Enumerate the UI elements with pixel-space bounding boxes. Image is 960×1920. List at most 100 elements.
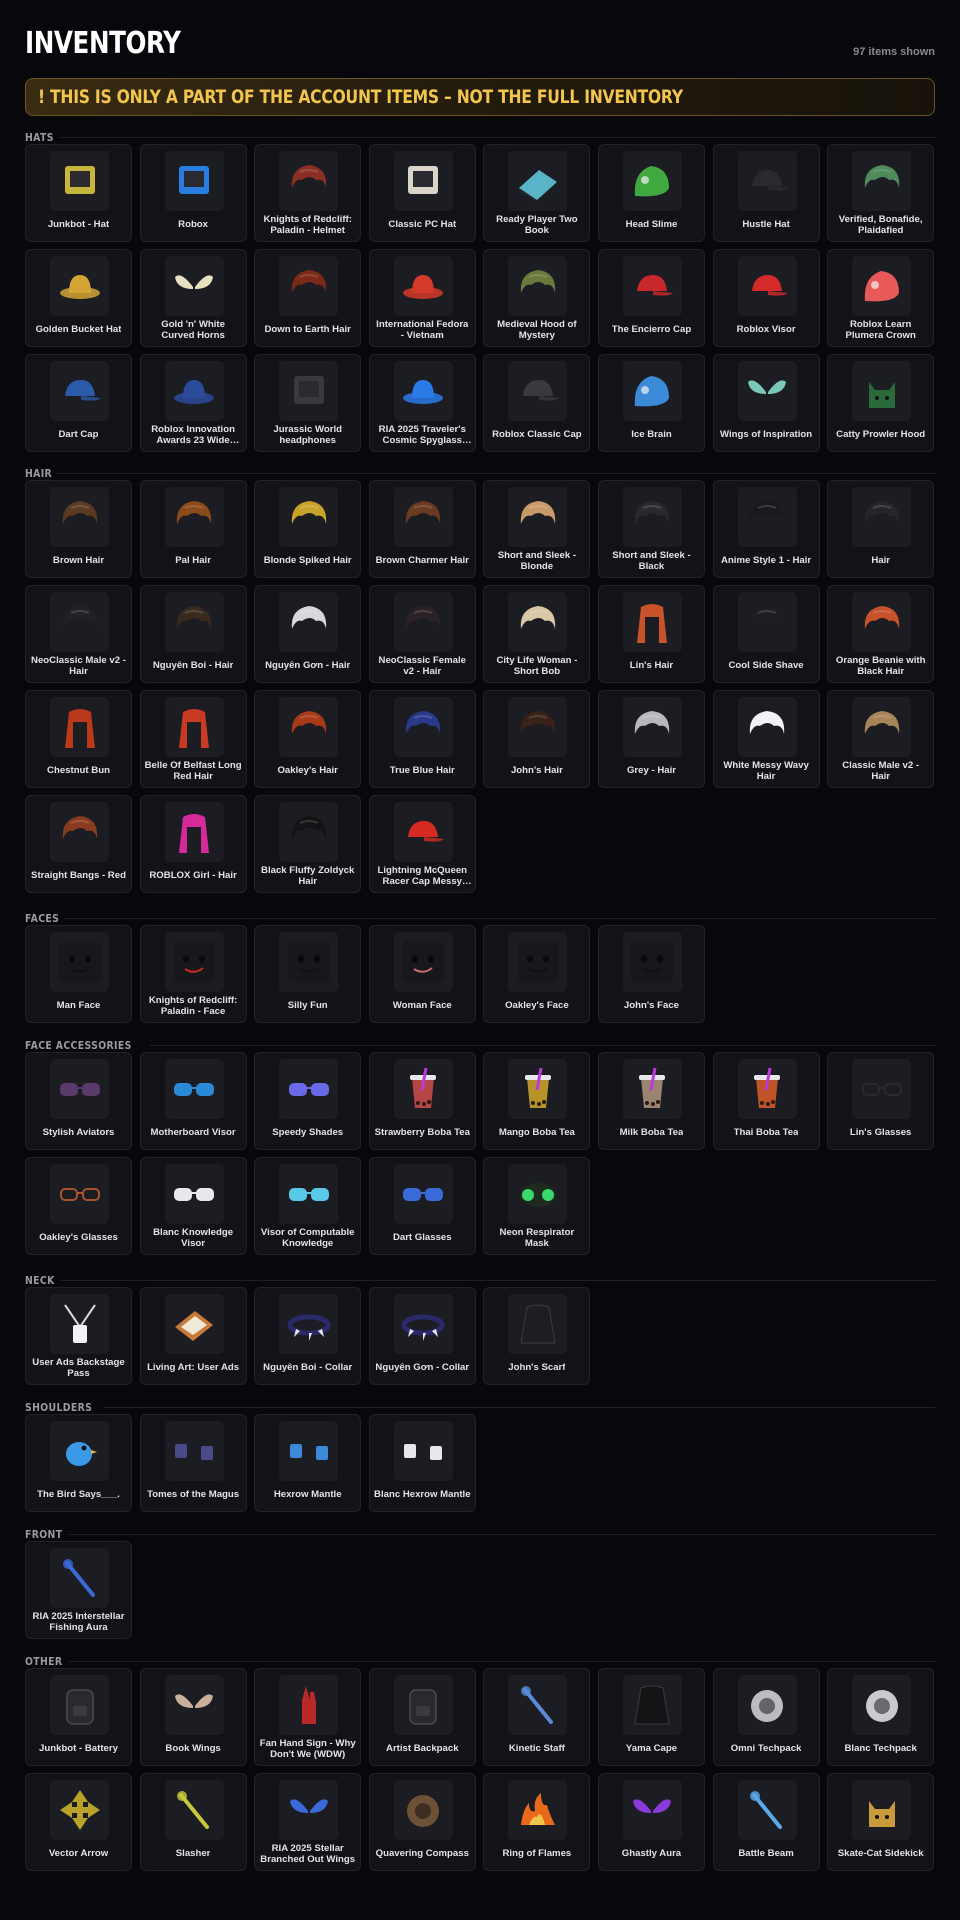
item-card[interactable]: Omni Techpack [712, 1668, 820, 1766]
item-card[interactable]: Hustle Hat [712, 144, 820, 242]
item-card[interactable]: Down to Earth Hair [254, 249, 362, 347]
item-card[interactable]: Lightning McQueen Racer Cap Messy Hair [368, 795, 476, 893]
item-card[interactable]: Oakley's Glasses [25, 1157, 132, 1255]
item-card[interactable]: Kinetic Staff [483, 1668, 591, 1766]
item-card[interactable]: Nguyễn Gơn - Hair [254, 585, 362, 683]
item-card[interactable]: Golden Bucket Hat [25, 249, 132, 347]
item-card[interactable]: John's Scarf [483, 1287, 591, 1385]
item-card[interactable]: RIA 2025 Interstellar Fishing Aura [25, 1541, 132, 1639]
item-card[interactable]: Catty Prowler Hood [827, 354, 935, 452]
item-card[interactable]: Milk Boba Tea [597, 1052, 705, 1150]
visor-icon [737, 256, 797, 316]
item-card[interactable]: Ghastly Aura [597, 1773, 705, 1871]
item-card[interactable]: Stylish Aviators [25, 1052, 132, 1150]
item-card[interactable]: Orange Beanie with Black Hair [827, 585, 935, 683]
item-card[interactable]: Neon Respirator Mask [483, 1157, 591, 1255]
item-card[interactable]: Lin's Glasses [827, 1052, 935, 1150]
item-card[interactable]: Classic PC Hat [368, 144, 476, 242]
item-card[interactable]: Ready Player Two Book [483, 144, 591, 242]
item-card[interactable]: Knights of Redcliff: Paladin - Helmet [254, 144, 362, 242]
item-card[interactable]: Ice Brain [597, 354, 705, 452]
item-card[interactable]: User Ads Backstage Pass [25, 1287, 132, 1385]
item-card[interactable]: Pal Hair [139, 480, 247, 578]
item-card[interactable]: NeoClassic Female v2 - Hair [368, 585, 476, 683]
item-card[interactable]: Thai Boba Tea [712, 1052, 820, 1150]
item-card[interactable]: Anime Style 1 - Hair [712, 480, 820, 578]
item-card[interactable]: Head Slime [597, 144, 705, 242]
item-card[interactable]: Chestnut Bun [25, 690, 132, 788]
item-card[interactable]: Short and Sleek - Black [597, 480, 705, 578]
item-card[interactable]: Nguyễn Boi - Collar [254, 1287, 362, 1385]
item-card[interactable]: Belle Of Belfast Long Red Hair [139, 690, 247, 788]
item-card[interactable]: Roblox Learn Plumera Crown [827, 249, 935, 347]
item-card[interactable]: Hexrow Mantle [254, 1414, 362, 1512]
item-card[interactable]: Tomes of the Magus [139, 1414, 247, 1512]
item-card[interactable]: Medieval Hood of Mystery [483, 249, 591, 347]
item-card[interactable]: The Encierro Cap [597, 249, 705, 347]
item-card[interactable]: Junkbot - Battery [25, 1668, 132, 1766]
item-card[interactable]: White Messy Wavy Hair [712, 690, 820, 788]
item-card[interactable]: Nguyễn Gơn - Collar [368, 1287, 476, 1385]
item-card[interactable]: Straight Bangs - Red [25, 795, 132, 893]
item-card[interactable]: Slasher [139, 1773, 247, 1871]
item-card[interactable]: Roblox Classic Cap [483, 354, 591, 452]
item-card[interactable]: Wings of Inspiration [712, 354, 820, 452]
item-card[interactable]: Blanc Knowledge Visor [139, 1157, 247, 1255]
item-card[interactable]: NeoClassic Male v2 - Hair [25, 585, 132, 683]
item-card[interactable]: True Blue Hair [368, 690, 476, 788]
item-card[interactable]: Visor of Computable Knowledge [254, 1157, 362, 1255]
item-card[interactable]: The Bird Says___. [25, 1414, 132, 1512]
item-card[interactable]: Blanc Techpack [827, 1668, 935, 1766]
item-name: Nguyễn Boi - Collar [263, 1363, 353, 1374]
item-card[interactable]: Knights of Redcliff: Paladin - Face [139, 925, 247, 1023]
item-card[interactable]: Hair [827, 480, 935, 578]
item-card[interactable]: Artist Backpack [368, 1668, 476, 1766]
item-card[interactable]: Strawberry Boba Tea [368, 1052, 476, 1150]
item-card[interactable]: Brown Charmer Hair [368, 480, 476, 578]
item-card[interactable]: Motherboard Visor [139, 1052, 247, 1150]
item-card[interactable]: Robox [139, 144, 247, 242]
item-card[interactable]: Ring of Flames [483, 1773, 591, 1871]
item-card[interactable]: John's Face [597, 925, 705, 1023]
item-card[interactable]: Skate-Cat Sidekick [827, 1773, 935, 1871]
item-card[interactable]: Blanc Hexrow Mantle [368, 1414, 476, 1512]
item-card[interactable]: International Fedora - Vietnam [368, 249, 476, 347]
item-card[interactable]: Man Face [25, 925, 132, 1023]
item-card[interactable]: Roblox Visor [712, 249, 820, 347]
item-card[interactable]: Book Wings [139, 1668, 247, 1766]
item-card[interactable]: Dart Glasses [368, 1157, 476, 1255]
item-card[interactable]: Classic Male v2 - Hair [827, 690, 935, 788]
item-card[interactable]: RIA 2025 Traveler's Cosmic Spyglass Hat [368, 354, 476, 452]
item-card[interactable]: Silly Fun [254, 925, 362, 1023]
item-card[interactable]: Woman Face [368, 925, 476, 1023]
item-name-wrap: Neon Respirator Mask [488, 1226, 585, 1251]
item-card[interactable]: Living Art: User Ads [139, 1287, 247, 1385]
item-card[interactable]: Oakley's Hair [254, 690, 362, 788]
item-card[interactable]: Vector Arrow [25, 1773, 132, 1871]
item-card[interactable]: Fan Hand Sign - Why Don't We (WDW) [254, 1668, 362, 1766]
item-card[interactable]: Speedy Shades [254, 1052, 362, 1150]
item-card[interactable]: Quavering Compass [368, 1773, 476, 1871]
item-card[interactable]: Mango Boba Tea [483, 1052, 591, 1150]
item-card[interactable]: Lin's Hair [597, 585, 705, 683]
item-card[interactable]: Gold 'n' White Curved Horns [139, 249, 247, 347]
item-card[interactable]: Cool Side Shave [712, 585, 820, 683]
item-card[interactable]: RIA 2025 Stellar Branched Out Wings [254, 1773, 362, 1871]
item-card[interactable]: ROBLOX Girl - Hair [139, 795, 247, 893]
item-card[interactable]: Black Fluffy Zoldyck Hair [254, 795, 362, 893]
item-card[interactable]: Brown Hair [25, 480, 132, 578]
item-card[interactable]: Oakley's Face [483, 925, 591, 1023]
item-card[interactable]: John's Hair [483, 690, 591, 788]
item-card[interactable]: Yama Cape [597, 1668, 705, 1766]
item-card[interactable]: Nguyễn Boi - Hair [139, 585, 247, 683]
item-card[interactable]: Jurassic World headphones [254, 354, 362, 452]
item-card[interactable]: Junkbot - Hat [25, 144, 132, 242]
item-card[interactable]: Blonde Spiked Hair [254, 480, 362, 578]
item-card[interactable]: Verified, Bonafide, Plaidafied [827, 144, 935, 242]
item-card[interactable]: Dart Cap [25, 354, 132, 452]
item-card[interactable]: City Life Woman - Short Bob [483, 585, 591, 683]
item-card[interactable]: Roblox Innovation Awards 23 Wide Brim [139, 354, 247, 452]
item-card[interactable]: Short and Sleek - Blonde [483, 480, 591, 578]
item-card[interactable]: Grey - Hair [597, 690, 705, 788]
item-card[interactable]: Battle Beam [712, 1773, 820, 1871]
